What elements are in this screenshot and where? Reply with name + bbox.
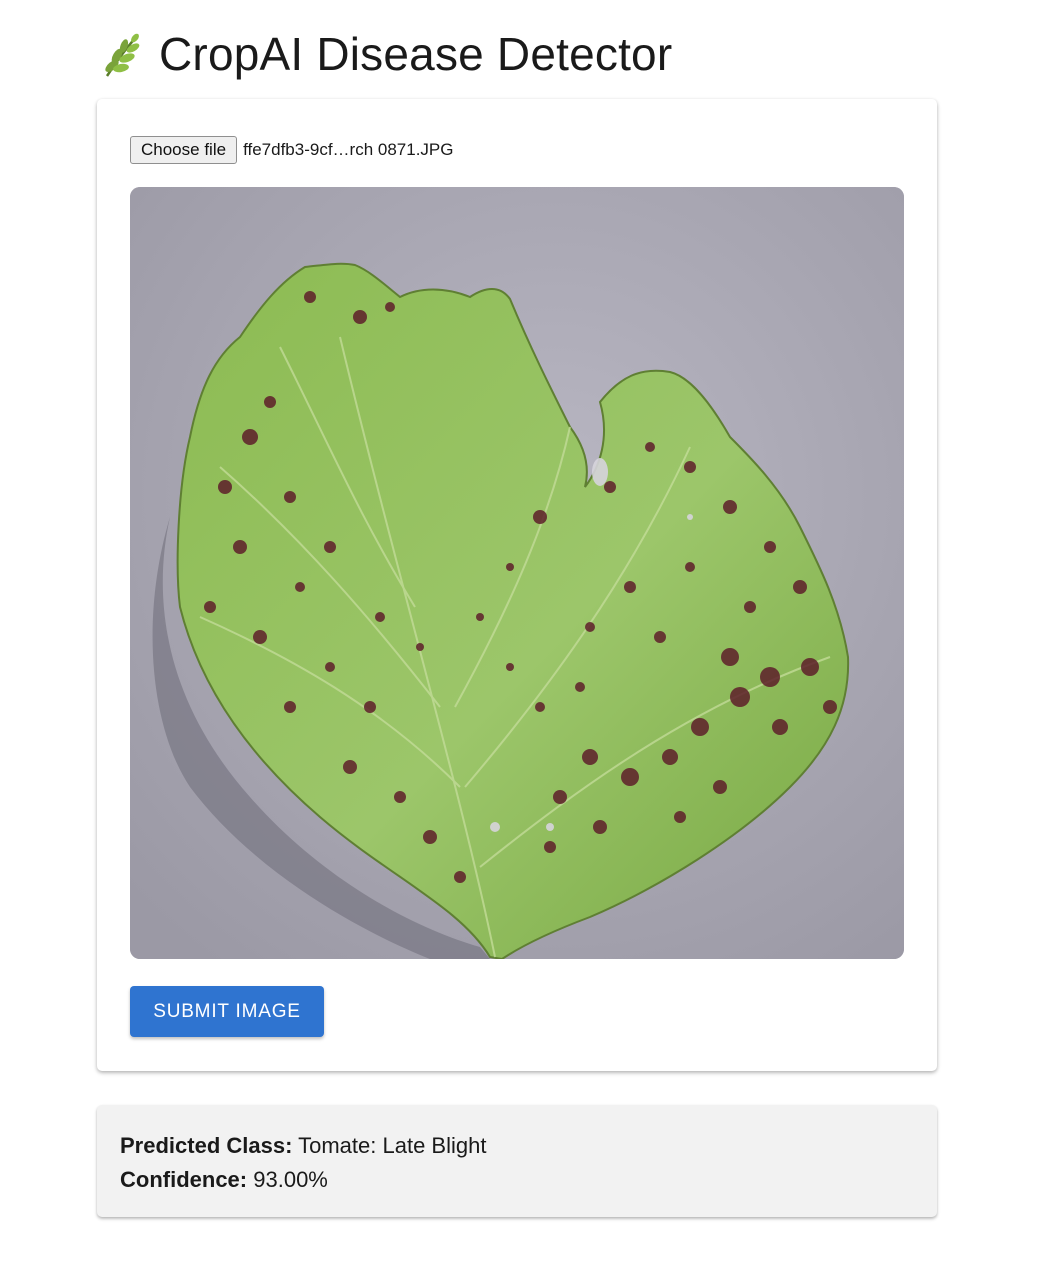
selected-file-name: ffe7dfb3-9cf…rch 0871.JPG <box>243 140 454 159</box>
prediction-result: Predicted Class: Tomate: Late Blight Con… <box>97 1105 937 1217</box>
leaf-photo <box>130 187 904 959</box>
submit-image-button[interactable]: SUBMIT IMAGE <box>130 986 324 1037</box>
file-input[interactable]: Choose file ffe7dfb3-9cf…rch 0871.JPG <box>130 135 453 165</box>
choose-file-button[interactable]: Choose file <box>130 136 238 164</box>
page: CropAI Disease Detector Choose file ffe7… <box>0 0 1046 1268</box>
predicted-class-value: Tomate: Late Blight <box>298 1133 487 1158</box>
page-header: CropAI Disease Detector <box>97 26 672 82</box>
herb-icon <box>105 33 140 77</box>
predicted-class-label: Predicted Class: <box>120 1133 293 1158</box>
confidence-row: Confidence: 93.00% <box>120 1163 913 1197</box>
upload-card: Choose file ffe7dfb3-9cf…rch 0871.JPG SU… <box>97 99 937 1071</box>
predicted-class-row: Predicted Class: Tomate: Late Blight <box>120 1129 913 1163</box>
confidence-value: 93.00% <box>253 1167 328 1192</box>
confidence-label: Confidence: <box>120 1167 248 1192</box>
image-preview <box>130 187 904 959</box>
page-title: CropAI Disease Detector <box>159 28 673 80</box>
